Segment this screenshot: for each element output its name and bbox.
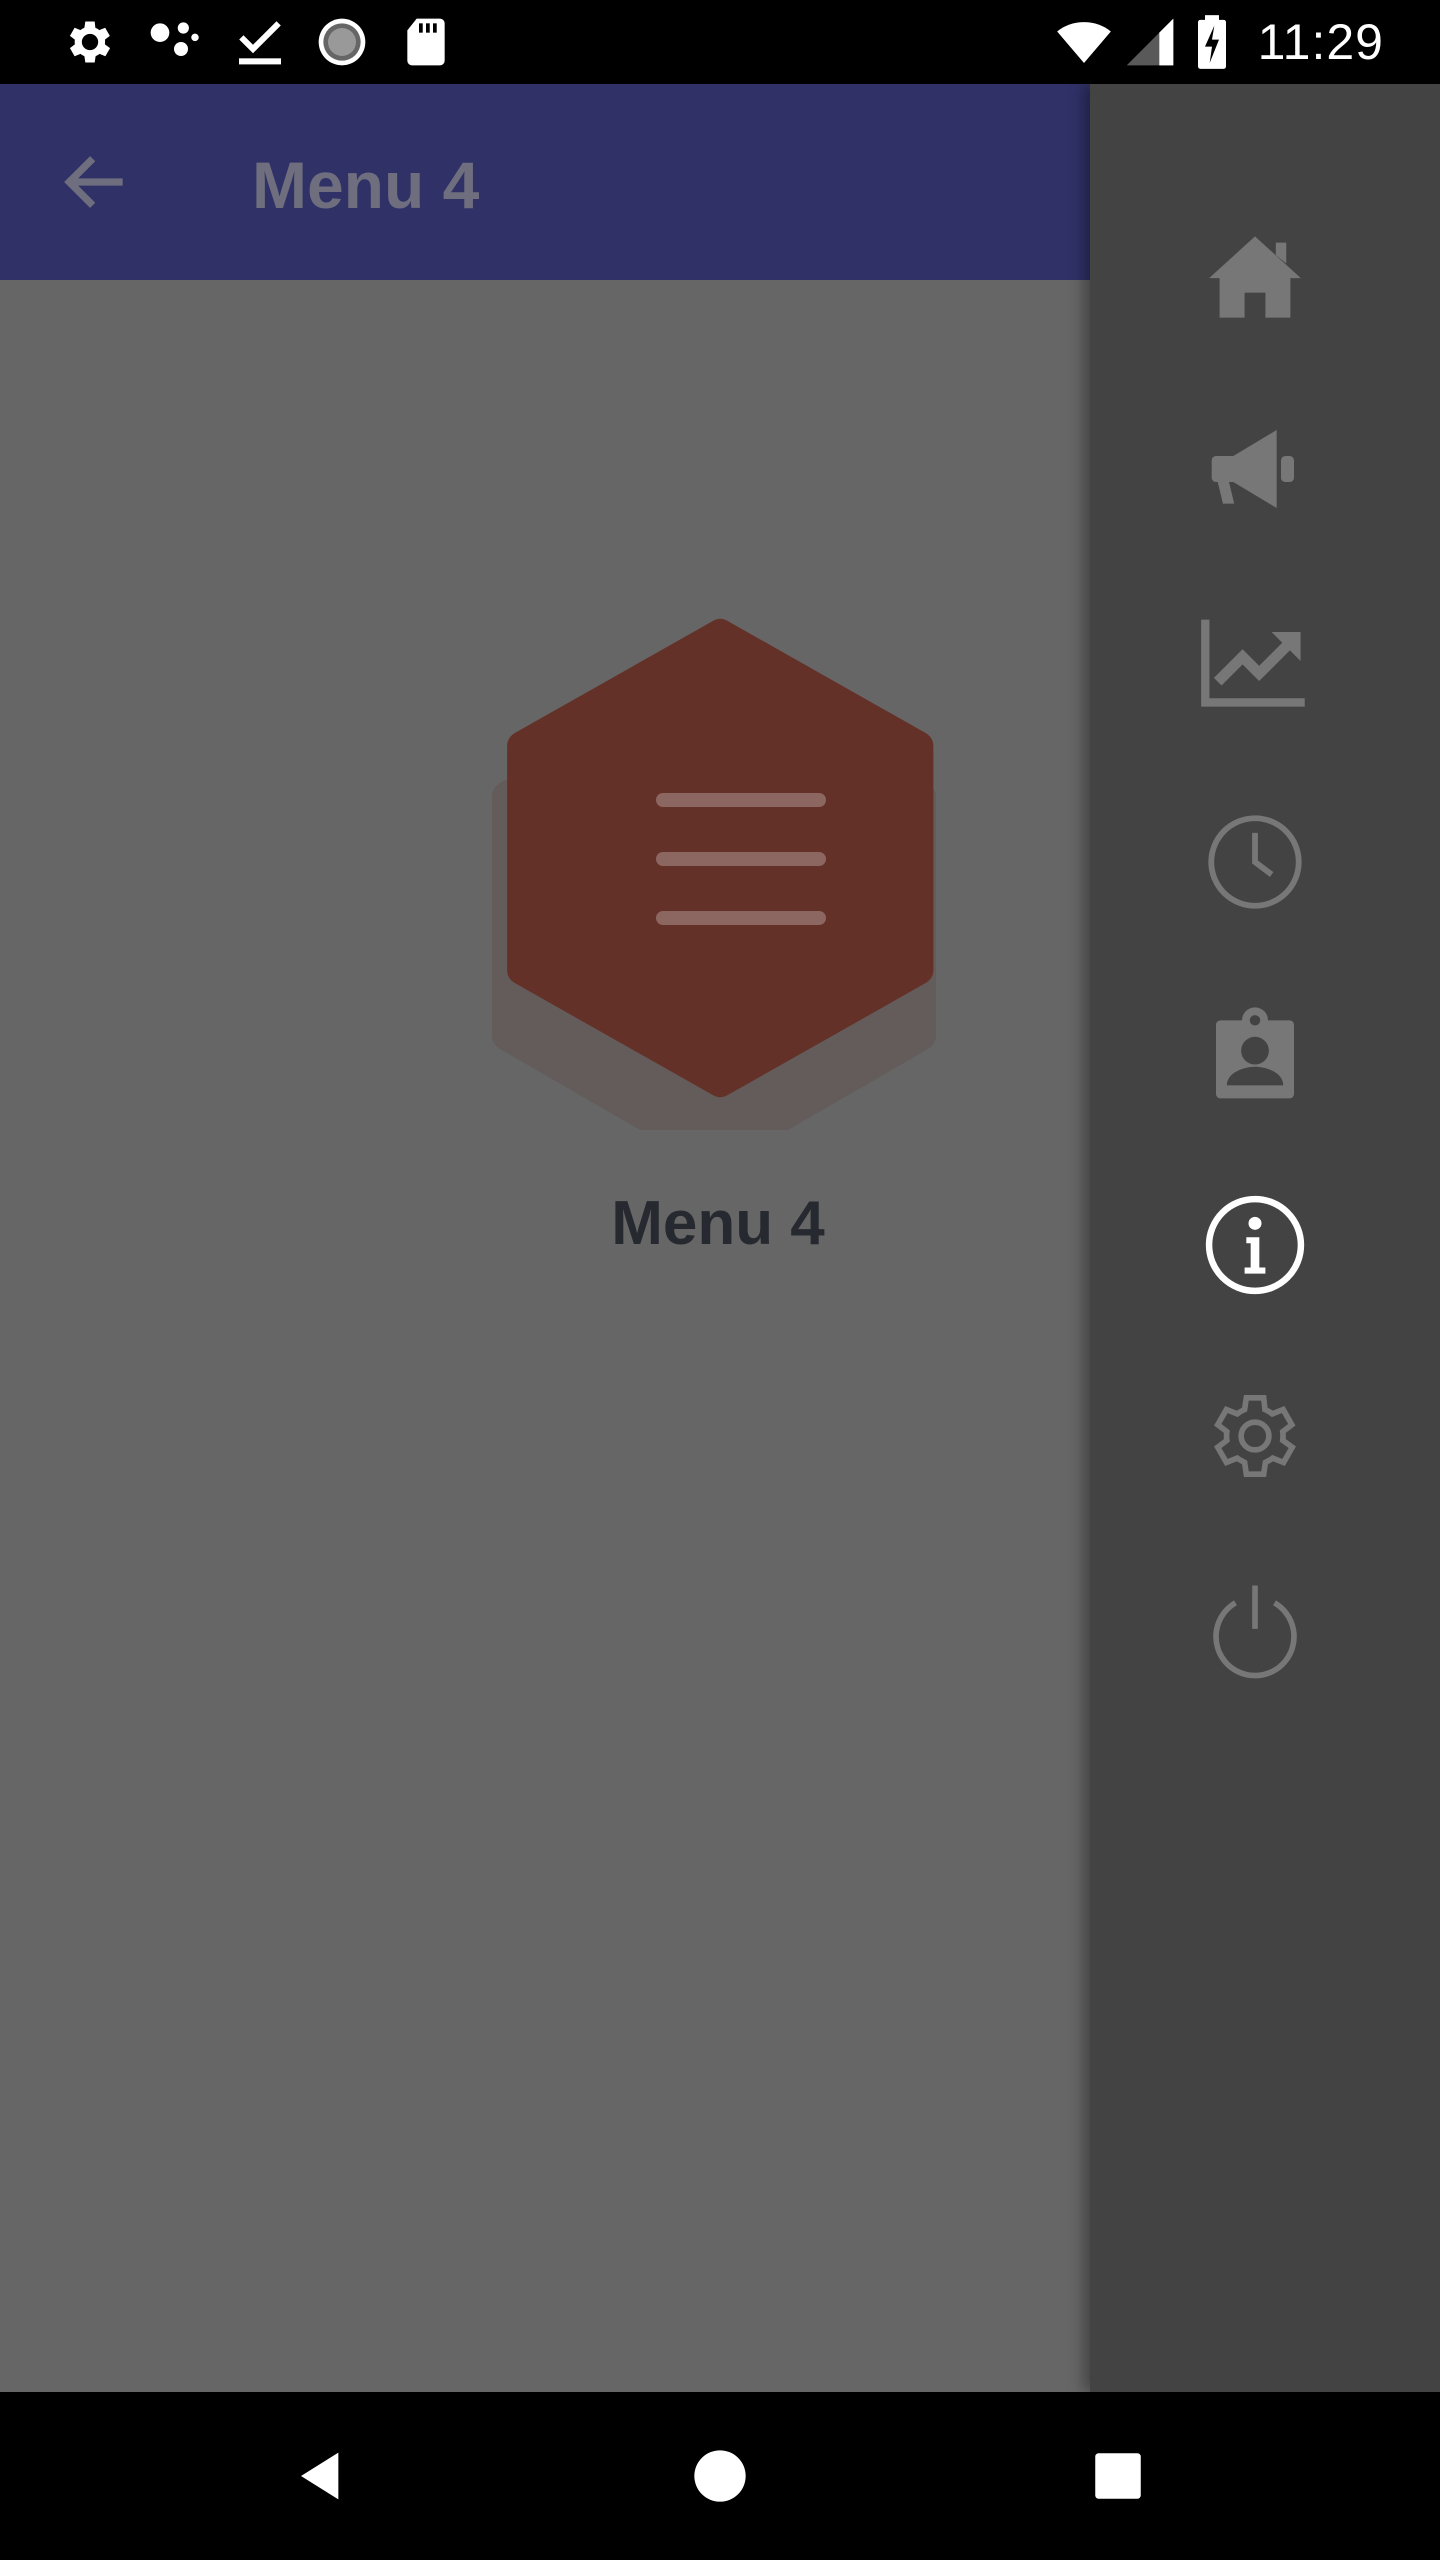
system-navigation-bar bbox=[0, 2392, 1440, 2560]
app-screen: 11:29 Menu 4 Menu 4 bbox=[0, 0, 1440, 2560]
home-circle-icon bbox=[694, 2450, 746, 2502]
drawer-item-announcements[interactable] bbox=[1186, 400, 1324, 538]
app-bar: Menu 4 bbox=[0, 84, 1090, 280]
drawer-item-profile[interactable] bbox=[1186, 986, 1324, 1124]
nav-home-button[interactable] bbox=[672, 2428, 768, 2524]
home-icon bbox=[1209, 236, 1301, 318]
main-content: Menu 4 bbox=[0, 280, 1090, 2392]
back-triangle-icon bbox=[301, 2452, 339, 2500]
page-title: Menu 4 bbox=[252, 148, 480, 222]
navigation-drawer bbox=[1090, 84, 1440, 2392]
menu-hexagon-button[interactable] bbox=[486, 610, 986, 1450]
settings-icon bbox=[69, 21, 111, 63]
settings-gear-icon bbox=[1214, 1395, 1296, 1477]
arrow-back-icon[interactable] bbox=[56, 142, 136, 222]
drawer-item-history[interactable] bbox=[1186, 793, 1324, 931]
connections-icon bbox=[150, 22, 199, 56]
drawer-item-info[interactable] bbox=[1186, 1176, 1324, 1314]
download-done-icon bbox=[239, 21, 281, 65]
sync-icon bbox=[318, 18, 366, 66]
drawer-item-statistics[interactable] bbox=[1186, 592, 1324, 730]
drawer-item-settings[interactable] bbox=[1186, 1367, 1324, 1505]
status-bar: 11:29 bbox=[0, 0, 1440, 84]
contact-badge-icon bbox=[1216, 1007, 1294, 1099]
trending-chart-icon bbox=[1201, 619, 1305, 707]
recents-square-icon bbox=[1095, 2453, 1141, 2499]
drawer-item-logout[interactable] bbox=[1186, 1562, 1324, 1700]
megaphone-icon bbox=[1211, 430, 1294, 508]
nav-recents-button[interactable] bbox=[1070, 2428, 1166, 2524]
nav-back-button[interactable] bbox=[274, 2428, 370, 2524]
power-icon bbox=[1213, 1585, 1297, 1679]
signal-icon bbox=[1126, 18, 1174, 66]
drawer-item-home[interactable] bbox=[1186, 207, 1324, 345]
info-icon bbox=[1205, 1195, 1305, 1295]
status-time: 11:29 bbox=[1257, 14, 1384, 70]
clock-icon bbox=[1208, 815, 1302, 909]
wifi-icon bbox=[1057, 22, 1111, 63]
battery-charging-icon bbox=[1198, 15, 1226, 69]
sd-card-icon bbox=[407, 18, 445, 66]
